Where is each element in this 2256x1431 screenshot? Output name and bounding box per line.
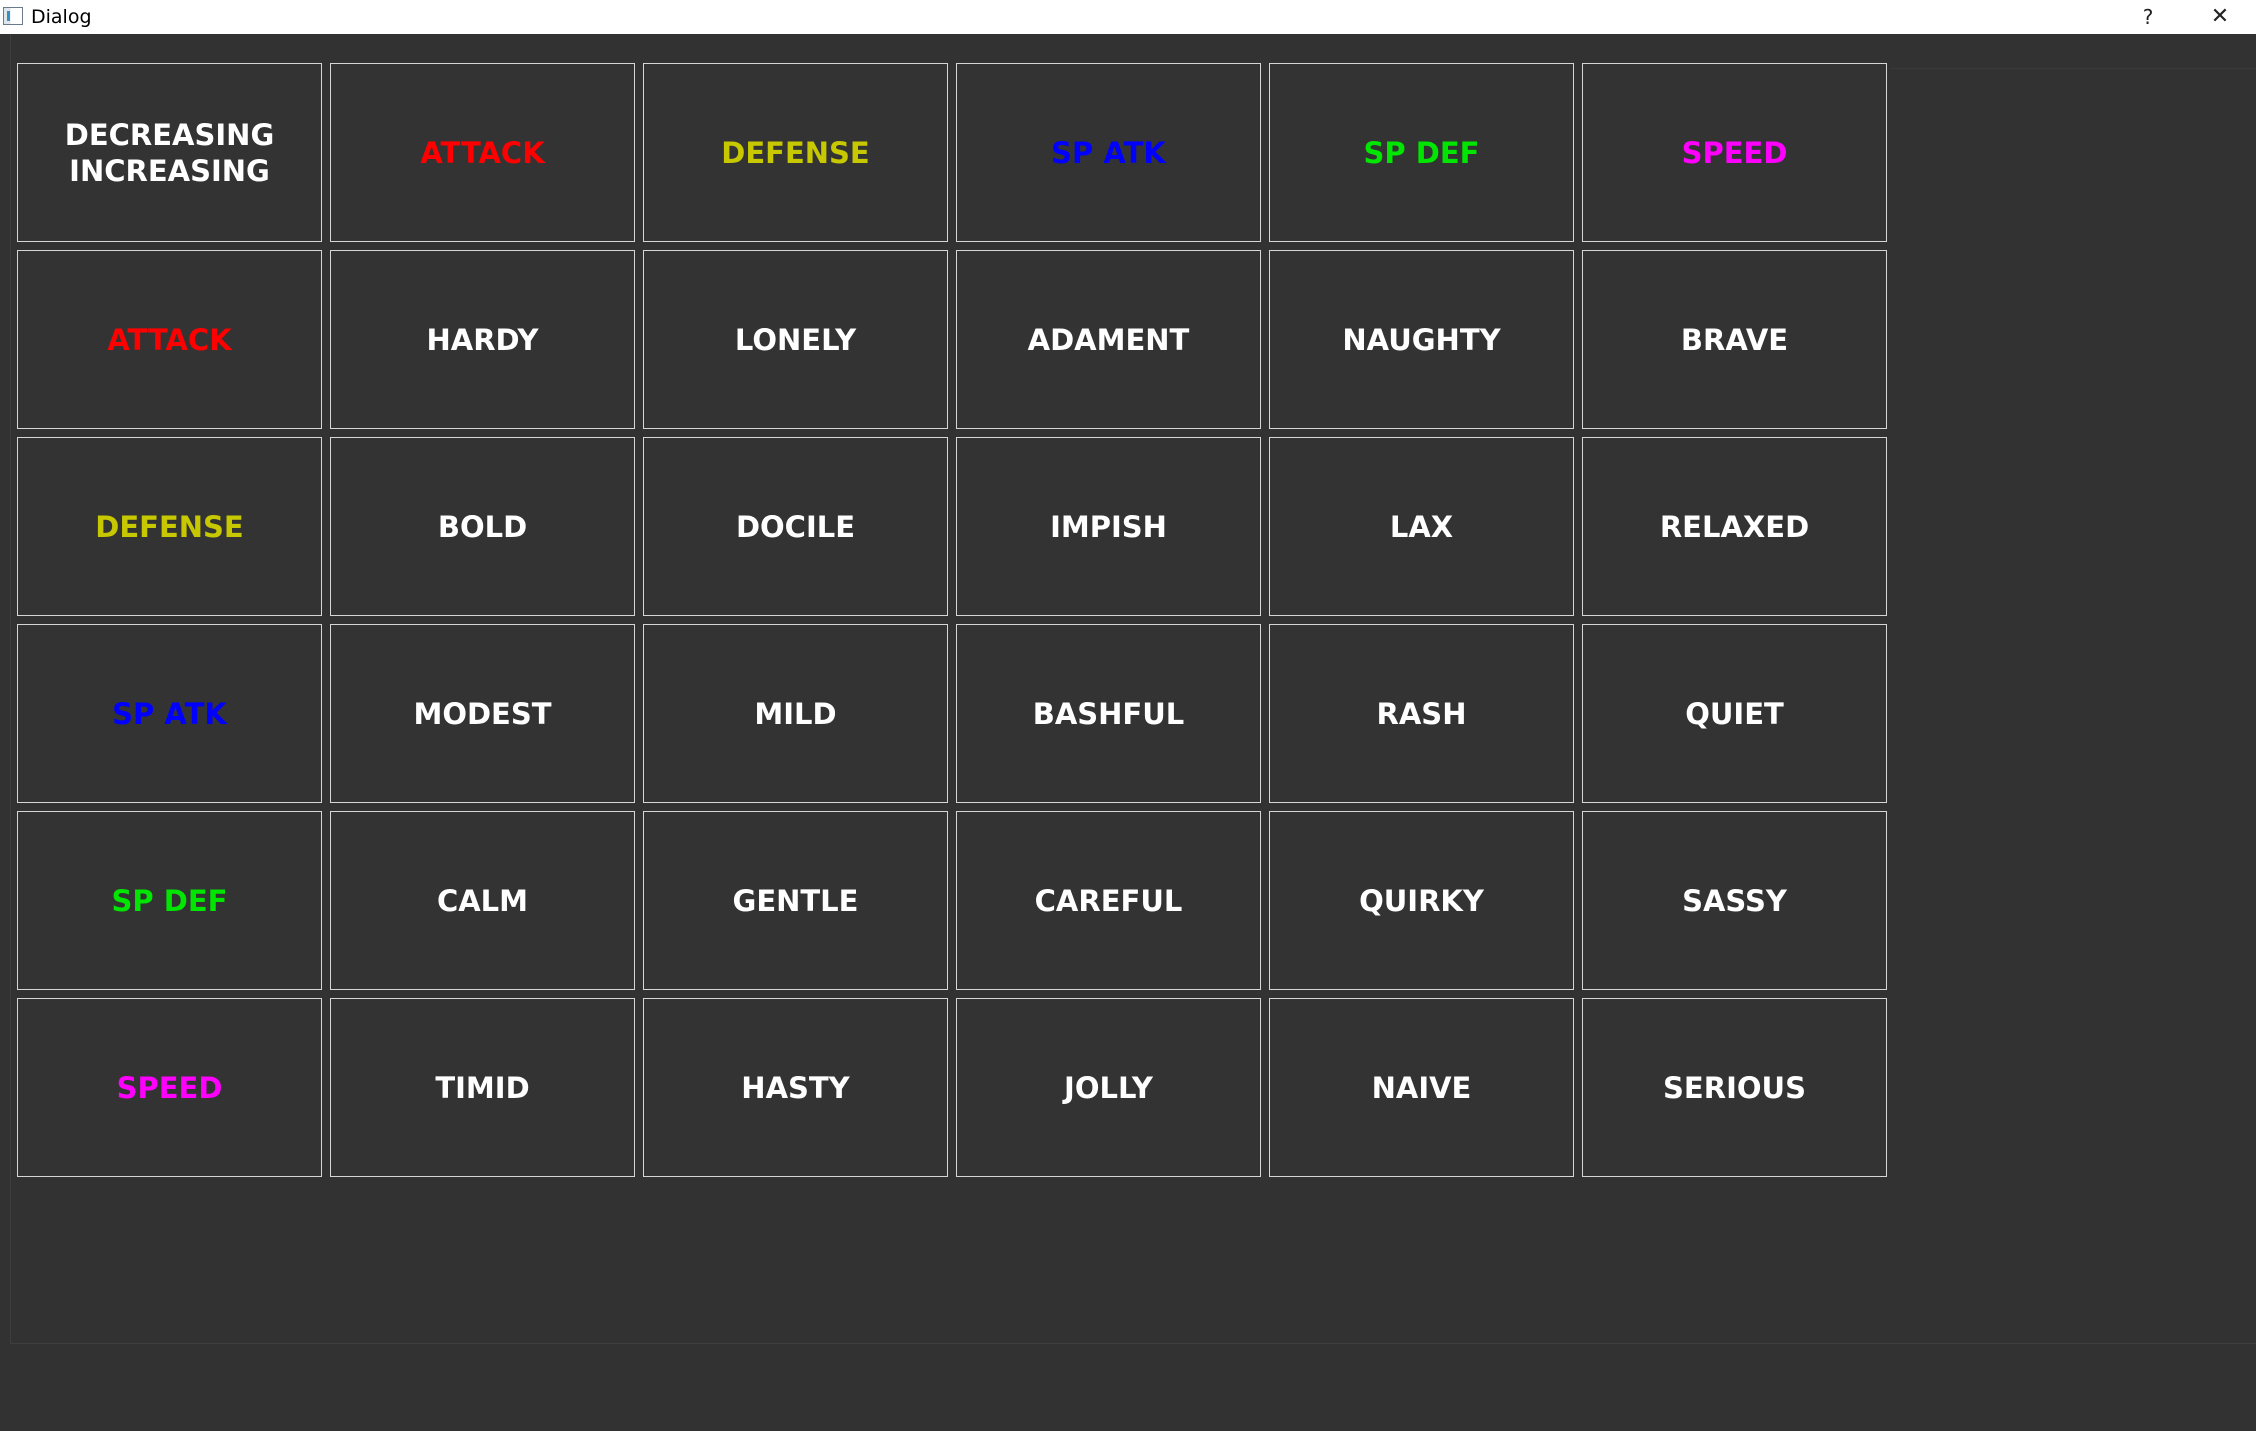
nature-cell[interactable]: SASSY: [1582, 811, 1887, 990]
nature-cell[interactable]: QUIET: [1582, 624, 1887, 803]
column-header-cell[interactable]: ATTACK: [330, 63, 635, 242]
nature-cell[interactable]: BRAVE: [1582, 250, 1887, 429]
help-button[interactable]: ?: [2130, 0, 2166, 34]
column-header-cell[interactable]: SP DEF: [1269, 63, 1574, 242]
column-header-cell[interactable]: SP ATK: [956, 63, 1261, 242]
nature-cell[interactable]: MILD: [643, 624, 948, 803]
nature-cell[interactable]: RASH: [1269, 624, 1574, 803]
nature-cell[interactable]: TIMID: [330, 998, 635, 1177]
nature-cell[interactable]: NAIVE: [1269, 998, 1574, 1177]
row-header-cell[interactable]: ATTACK: [17, 250, 322, 429]
corner-header-cell[interactable]: DECREASING INCREASING: [17, 63, 322, 242]
nature-cell[interactable]: NAUGHTY: [1269, 250, 1574, 429]
nature-cell[interactable]: HARDY: [330, 250, 635, 429]
nature-cell[interactable]: GENTLE: [643, 811, 948, 990]
nature-cell[interactable]: BOLD: [330, 437, 635, 616]
title-bar: Dialog ? ✕: [0, 0, 2256, 34]
nature-cell[interactable]: LAX: [1269, 437, 1574, 616]
column-header-cell[interactable]: SPEED: [1582, 63, 1887, 242]
app-window-icon: [3, 7, 23, 25]
nature-cell[interactable]: RELAXED: [1582, 437, 1887, 616]
nature-cell[interactable]: QUIRKY: [1269, 811, 1574, 990]
row-header-cell[interactable]: SPEED: [17, 998, 322, 1177]
column-header-cell[interactable]: DEFENSE: [643, 63, 948, 242]
nature-cell[interactable]: IMPISH: [956, 437, 1261, 616]
nature-cell[interactable]: JOLLY: [956, 998, 1261, 1177]
row-header-cell[interactable]: SP ATK: [17, 624, 322, 803]
nature-cell[interactable]: SERIOUS: [1582, 998, 1887, 1177]
nature-cell[interactable]: BASHFUL: [956, 624, 1261, 803]
nature-cell[interactable]: ADAMENT: [956, 250, 1261, 429]
nature-cell[interactable]: CAREFUL: [956, 811, 1261, 990]
nature-cell[interactable]: MODEST: [330, 624, 635, 803]
row-header-cell[interactable]: SP DEF: [17, 811, 322, 990]
row-header-cell[interactable]: DEFENSE: [17, 437, 322, 616]
nature-cell[interactable]: CALM: [330, 811, 635, 990]
toolbar-strip: [1890, 34, 2256, 69]
nature-cell[interactable]: LONELY: [643, 250, 948, 429]
nature-cell[interactable]: HASTY: [643, 998, 948, 1177]
nature-grid: DECREASING INCREASING ATTACK DEFENSE SP ATK…: [17, 63, 1887, 1177]
close-button[interactable]: ✕: [2200, 0, 2240, 34]
window-title: Dialog: [31, 6, 92, 28]
nature-cell[interactable]: DOCILE: [643, 437, 948, 616]
